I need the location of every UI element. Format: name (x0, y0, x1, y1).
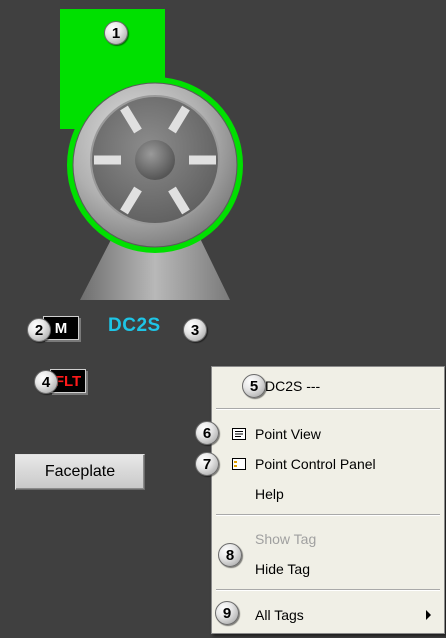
point-view-icon (232, 428, 246, 440)
menu-item-all-tags[interactable]: All Tags (212, 603, 444, 627)
callout-6: 6 (195, 421, 219, 445)
hmi-canvas: 1 2 M DC2S 3 4 FLT Faceplate DC2S --- Po… (0, 0, 446, 638)
menu-header-label: DC2S --- (265, 378, 321, 394)
menu-item-label: Hide Tag (255, 561, 311, 577)
fan-hub (135, 140, 175, 180)
callout-3: 3 (183, 318, 207, 342)
callout-8: 8 (218, 543, 242, 567)
menu-separator (216, 408, 440, 410)
callout-7: 7 (195, 452, 219, 476)
menu-item-label: Show Tag (255, 531, 317, 547)
menu-item-label: Point Control Panel (255, 456, 376, 472)
callout-9: 9 (215, 601, 239, 625)
menu-item-point-control-panel[interactable]: Point Control Panel (212, 452, 444, 476)
tag-name[interactable]: DC2S (108, 315, 161, 337)
callout-4: 4 (34, 370, 58, 394)
menu-item-point-view[interactable]: Point View (212, 422, 444, 446)
menu-separator (216, 589, 440, 591)
menu-item-show-tag: Show Tag (212, 527, 444, 551)
menu-item-label: Point View (255, 426, 321, 442)
callout-5: 5 (242, 374, 266, 398)
control-panel-icon (232, 458, 246, 470)
fan-symbol[interactable] (0, 0, 446, 310)
faceplate-button[interactable]: Faceplate (15, 454, 145, 490)
menu-item-label: Help (255, 486, 284, 502)
callout-2: 2 (27, 318, 51, 342)
menu-item-hide-tag[interactable]: Hide Tag (212, 557, 444, 581)
menu-separator (216, 514, 440, 516)
menu-item-help[interactable]: Help (212, 482, 444, 506)
submenu-arrow-icon (426, 610, 431, 620)
callout-1: 1 (104, 21, 128, 45)
menu-item-label: All Tags (255, 607, 304, 623)
context-menu: DC2S --- Point View Point Control Panel … (211, 366, 445, 634)
